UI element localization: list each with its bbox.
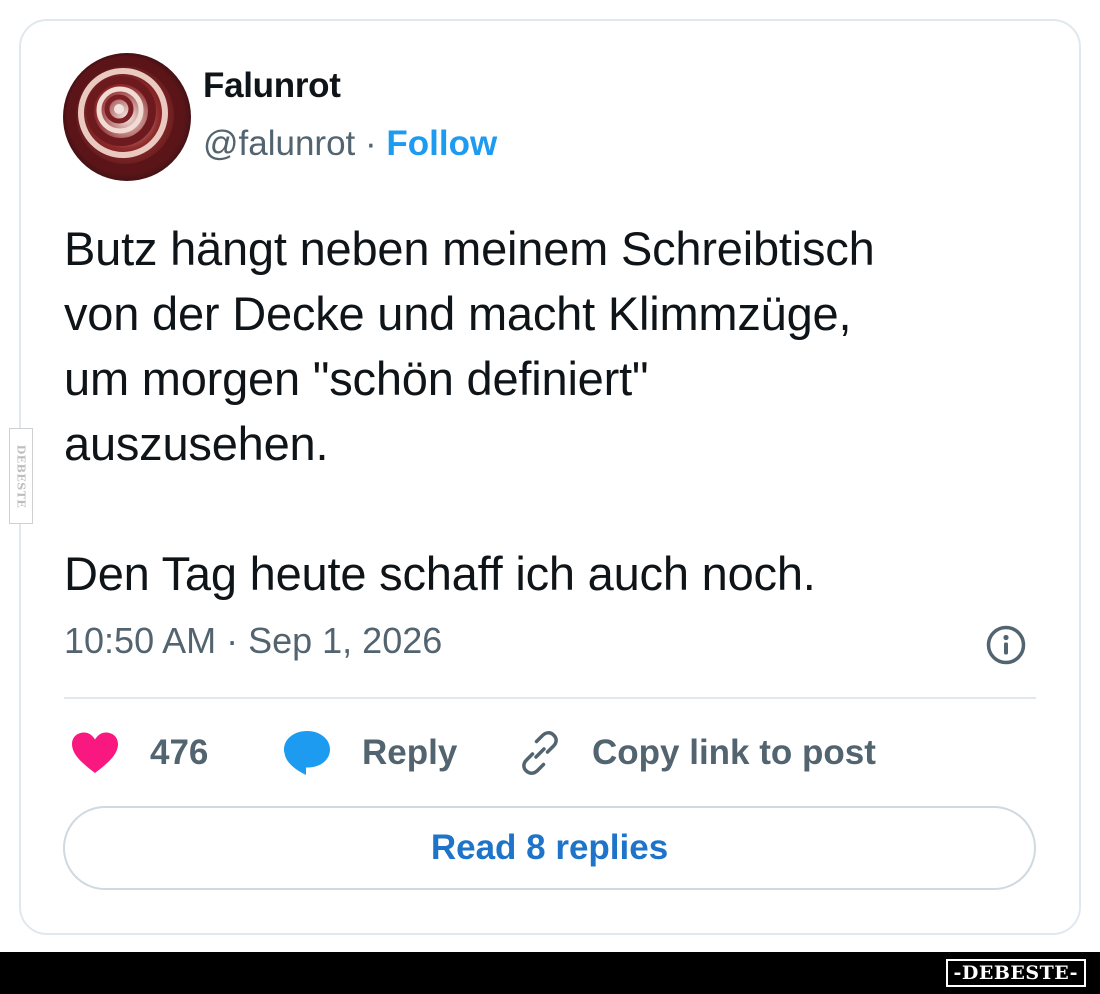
- avatar[interactable]: [63, 53, 191, 181]
- follow-link[interactable]: Follow: [386, 124, 497, 163]
- tweet-timestamp[interactable]: 10:50 AM · Sep 1, 2026: [64, 620, 442, 662]
- handle[interactable]: @falunrot: [203, 124, 355, 163]
- side-watermark: DEBESTE: [9, 428, 33, 524]
- copy-link-label: Copy link to post: [592, 733, 876, 772]
- read-replies-button[interactable]: Read 8 replies: [63, 806, 1036, 890]
- copy-link-button[interactable]: Copy link to post: [514, 725, 876, 781]
- handle-separator: ·: [355, 124, 387, 163]
- spiral-avatar-image: [63, 53, 191, 181]
- reply-label: Reply: [362, 733, 458, 772]
- tweet-text: Butz hängt neben meinem Schreibtisch von…: [64, 222, 875, 600]
- info-icon[interactable]: [985, 624, 1027, 666]
- speech-bubble-icon: [282, 729, 332, 777]
- side-watermark-text: DEBESTE: [14, 444, 28, 508]
- handle-row: @falunrot · Follow: [203, 124, 497, 164]
- link-icon: [514, 727, 566, 779]
- display-name[interactable]: Falunrot: [203, 66, 341, 106]
- debeste-logo: -DEBESTE-: [945, 959, 1086, 987]
- like-button[interactable]: 476: [70, 725, 208, 781]
- heart-icon: [70, 731, 120, 775]
- divider: [64, 697, 1036, 699]
- reply-button[interactable]: Reply: [282, 725, 457, 781]
- bottom-watermark-bar: -DEBESTE-: [0, 952, 1100, 994]
- like-count: 476: [150, 733, 209, 772]
